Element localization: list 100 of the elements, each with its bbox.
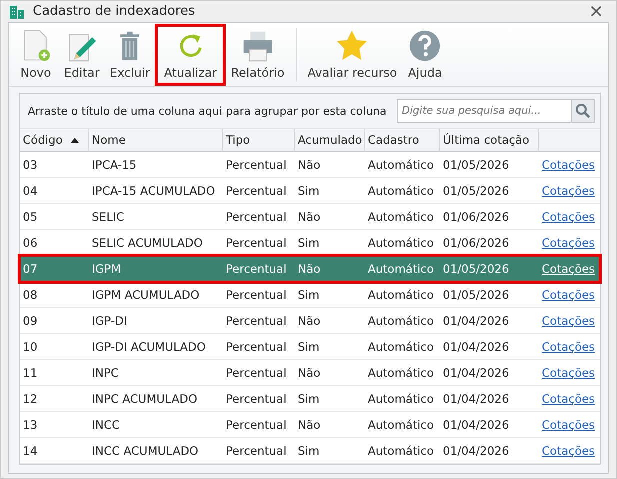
- quotes-link[interactable]: Cotações: [542, 210, 596, 224]
- table-cell: 01/05/2026: [443, 184, 510, 198]
- toolbar-button[interactable]: Relatório: [226, 24, 290, 86]
- table-row[interactable]: 04 IPCA-15 ACUMULADO Percentual Sim Automático 01/05/2026 Cotações: [20, 178, 600, 204]
- table-cell: Sim: [298, 444, 320, 458]
- table-cell: Percentual: [226, 444, 287, 458]
- table-cell: 03: [23, 158, 38, 172]
- table-cell: IPCA-15: [92, 158, 137, 172]
- table-row[interactable]: 10 IGP-DI ACUMULADO Percentual Sim Automático 01/04/2026 Cotações: [20, 334, 600, 360]
- close-button[interactable]: ×: [584, 1, 608, 22]
- table-cell: Sim: [298, 288, 320, 302]
- table-cell: Percentual: [226, 340, 287, 354]
- table-cell: Percentual: [226, 392, 287, 406]
- toolbar-button[interactable]: Ajuda: [402, 24, 448, 86]
- table-row[interactable]: 07 IGPM Percentual Não Automático 01/05/2026 Cotações: [20, 256, 600, 282]
- toolbar-button[interactable]: Novo: [13, 24, 59, 86]
- table-cell: Não: [298, 314, 321, 328]
- column-header[interactable]: Cadastro: [365, 129, 440, 151]
- table-row[interactable]: 11 INPC Percentual Não Automático 01/04/2026 Cotações: [20, 360, 600, 386]
- table-row[interactable]: 08 IGPM ACUMULADO Percentual Sim Automático 01/05/2026 Cotações: [20, 282, 600, 308]
- table-cell: 04: [23, 184, 38, 198]
- column-header[interactable]: Tipo: [223, 129, 295, 151]
- table-cell: Não: [298, 262, 321, 276]
- table-cell: 13: [23, 418, 38, 432]
- table-cell: Automático: [368, 288, 434, 302]
- table-cell: Sim: [298, 392, 320, 406]
- table-cell: Percentual: [226, 236, 287, 250]
- table-cell: 01/04/2026: [443, 340, 510, 354]
- table-cell: 12: [23, 392, 38, 406]
- table-cell: 11: [23, 366, 38, 380]
- table-cell: Percentual: [226, 158, 287, 172]
- table-cell: Percentual: [226, 288, 287, 302]
- table-cell: Automático: [368, 366, 434, 380]
- table-cell: Percentual: [226, 366, 287, 380]
- table-cell: 01/05/2026: [443, 288, 510, 302]
- search-field[interactable]: Digite sua pesquisa aqui...: [397, 99, 571, 123]
- quotes-link[interactable]: Cotações: [542, 366, 596, 380]
- table-cell: IGPM: [92, 262, 122, 276]
- table-cell: Automático: [368, 262, 434, 276]
- toolbar-button[interactable]: Avaliar recurso: [302, 24, 402, 86]
- table-cell: 14: [23, 444, 38, 458]
- quotes-link[interactable]: Cotações: [542, 340, 596, 354]
- quotes-link[interactable]: Cotações: [542, 158, 596, 172]
- table-cell: Automático: [368, 340, 434, 354]
- quotes-link[interactable]: Cotações: [542, 288, 596, 302]
- table-cell: INPC ACUMULADO: [92, 392, 198, 406]
- table-cell: Percentual: [226, 210, 287, 224]
- table-cell: IPCA-15 ACUMULADO: [92, 184, 216, 198]
- table-cell: 01/06/2026: [443, 210, 510, 224]
- column-header[interactable]: Código: [20, 129, 89, 151]
- quotes-link[interactable]: Cotações: [542, 262, 596, 276]
- table-row[interactable]: 12 INPC ACUMULADO Percentual Sim Automático 01/04/2026 Cotações: [20, 386, 600, 412]
- table-cell: Percentual: [226, 418, 287, 432]
- table-row[interactable]: 05 SELIC Percentual Não Automático 01/06/2026 Cotações: [20, 204, 600, 230]
- table-cell: 07: [23, 262, 38, 276]
- search-button[interactable]: [571, 99, 595, 123]
- table-cell: Automático: [368, 184, 434, 198]
- toolbar-button[interactable]: Excluir: [105, 24, 156, 86]
- table-cell: Não: [298, 418, 321, 432]
- quotes-link[interactable]: Cotações: [542, 236, 596, 250]
- quotes-link[interactable]: Cotações: [542, 314, 596, 328]
- quotes-link[interactable]: Cotações: [542, 184, 596, 198]
- table-row[interactable]: 14 INCC ACUMULADO Percentual Sim Automático 01/04/2026 Cotações: [20, 438, 600, 464]
- table-cell: 01/06/2026: [443, 236, 510, 250]
- column-header[interactable]: Última cotação: [440, 129, 539, 151]
- table-cell: Automático: [368, 236, 434, 250]
- table-cell: 01/04/2026: [443, 392, 510, 406]
- table-cell: Sim: [298, 340, 320, 354]
- table-row[interactable]: 03 IPCA-15 Percentual Não Automático 01/05/2026 Cotações: [20, 152, 600, 178]
- buildings-icon: [9, 4, 25, 20]
- table-cell: 08: [23, 288, 38, 302]
- table-cell: SELIC: [92, 210, 124, 224]
- column-header[interactable]: Acumulado: [295, 129, 365, 151]
- window-title: Cadastro de indexadores: [33, 4, 196, 19]
- table-cell: Não: [298, 210, 321, 224]
- table-cell: SELIC ACUMULADO: [92, 236, 203, 250]
- column-header[interactable]: Nome: [89, 129, 223, 151]
- table-cell: 01/04/2026: [443, 444, 510, 458]
- toolbar-button[interactable]: Atualizar: [155, 24, 226, 86]
- search-icon: [575, 103, 591, 119]
- table-row[interactable]: 09 IGP-DI Percentual Não Automático 01/04/2026 Cotações: [20, 308, 600, 334]
- quotes-link[interactable]: Cotações: [542, 418, 596, 432]
- table-cell: 01/04/2026: [443, 418, 510, 432]
- table-cell: 05: [23, 210, 38, 224]
- toolbar-button[interactable]: Editar: [59, 24, 105, 86]
- table-cell: IGP-DI: [92, 314, 128, 328]
- table-cell: Automático: [368, 314, 434, 328]
- table-cell: Não: [298, 158, 321, 172]
- table-cell: INCC ACUMULADO: [92, 444, 199, 458]
- table-cell: 10: [23, 340, 38, 354]
- table-cell: 01/04/2026: [443, 314, 510, 328]
- table-cell: INPC: [92, 366, 119, 380]
- quotes-link[interactable]: Cotações: [542, 444, 596, 458]
- table-cell: Automático: [368, 418, 434, 432]
- quotes-link[interactable]: Cotações: [542, 392, 596, 406]
- table-cell: Percentual: [226, 184, 287, 198]
- table-row[interactable]: 13 INCC Percentual Não Automático 01/04/2026 Cotações: [20, 412, 600, 438]
- table-cell: Automático: [368, 210, 434, 224]
- table-cell: 01/04/2026: [443, 366, 510, 380]
- table-cell: 01/05/2026: [443, 262, 510, 276]
